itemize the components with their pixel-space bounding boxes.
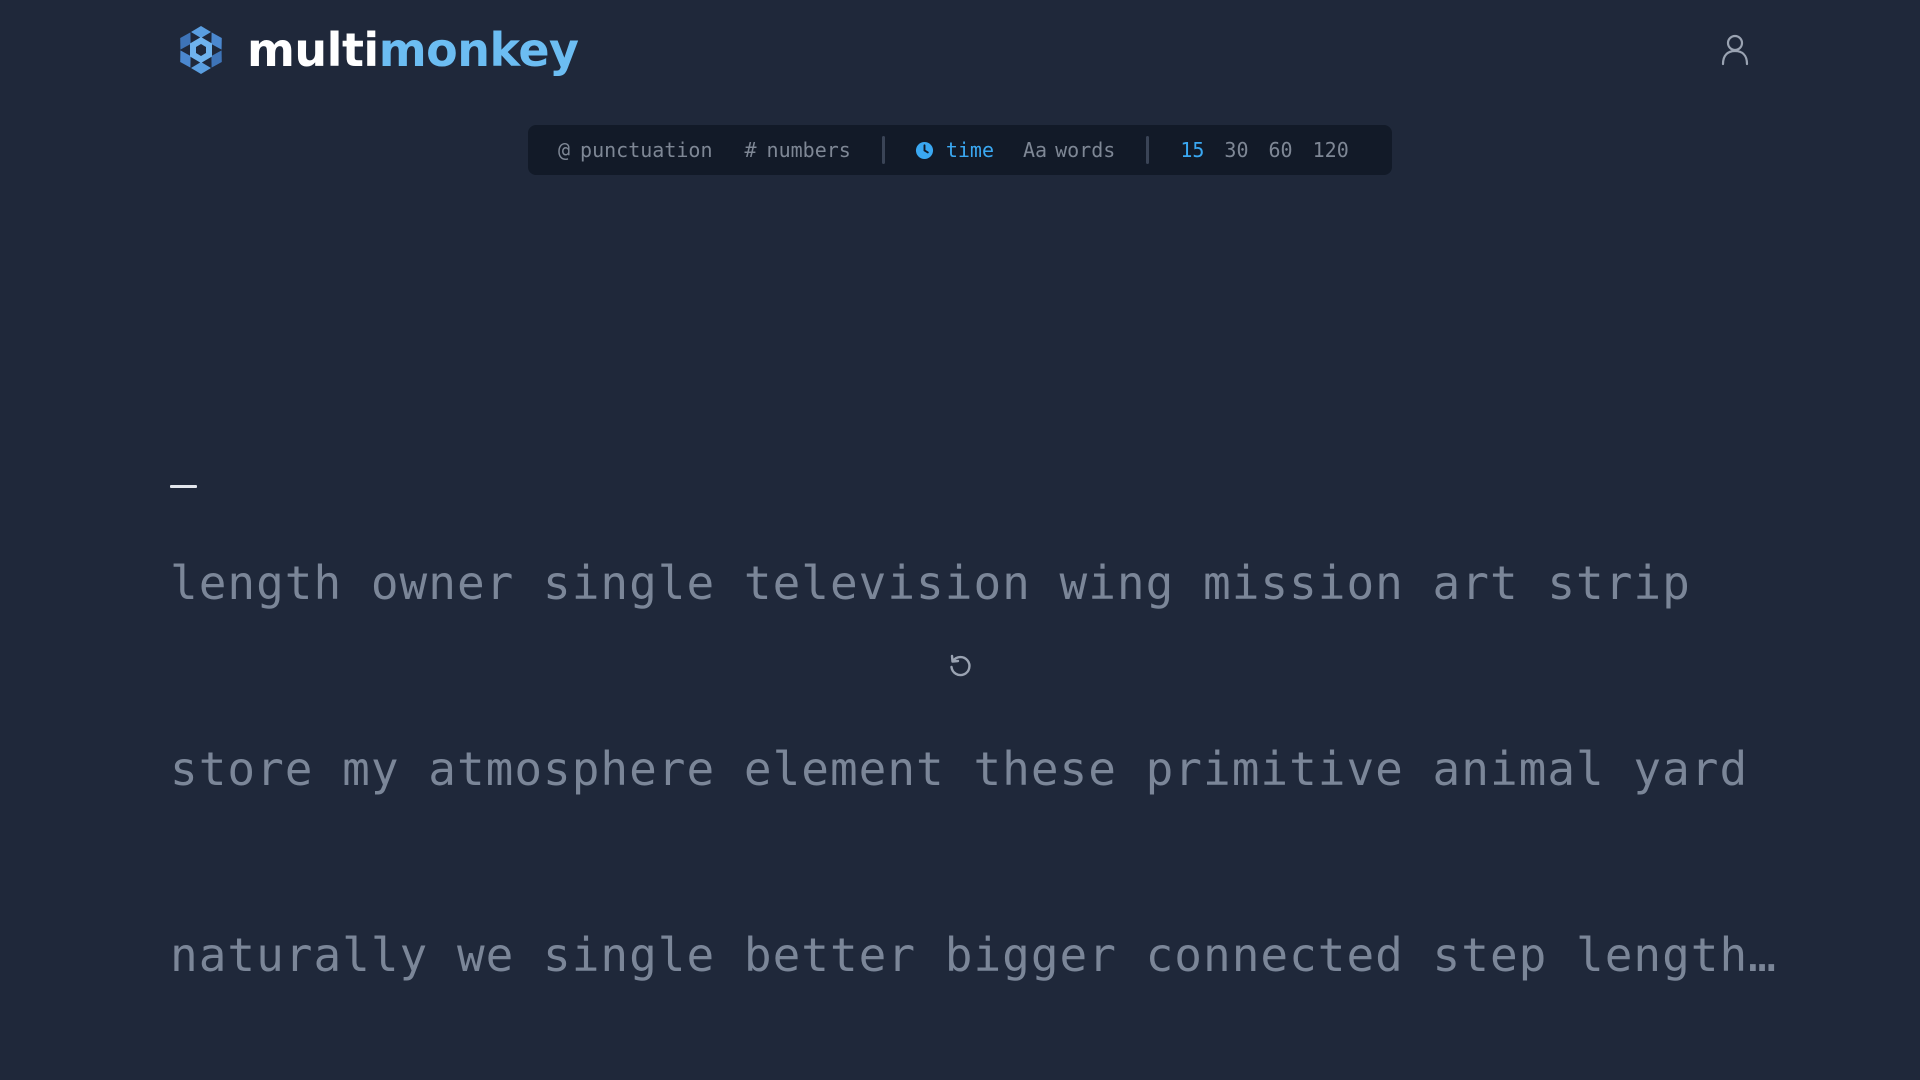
text-size-icon: Aa — [1023, 138, 1048, 162]
clock-icon — [915, 141, 933, 159]
app-root: multimonkey @ punctuation # numbers time… — [0, 0, 1920, 1080]
word-line: store my atmosphere element these primit… — [170, 742, 1749, 796]
duration-15[interactable]: 15 — [1180, 138, 1204, 162]
config-divider — [1146, 136, 1150, 164]
brand-part-monkey: monkey — [378, 23, 579, 77]
toggle-numbers[interactable]: # numbers — [745, 138, 851, 162]
typing-words-area[interactable]: length owner single television wing miss… — [170, 428, 1777, 1080]
mode-words[interactable]: Aa words — [1023, 138, 1115, 162]
restart-icon — [950, 654, 971, 677]
duration-60[interactable]: 60 — [1269, 138, 1293, 162]
hash-icon: # — [744, 138, 757, 162]
time-label: time — [945, 138, 995, 162]
punctuation-label: punctuation — [580, 138, 713, 162]
restart-button[interactable] — [946, 652, 974, 680]
word-line: length owner single television wing miss… — [170, 556, 1691, 610]
brand-part-multi: multi — [247, 23, 379, 77]
duration-120[interactable]: 120 — [1313, 138, 1349, 162]
account-button[interactable] — [1717, 32, 1753, 68]
duration-30[interactable]: 30 — [1224, 138, 1248, 162]
test-config-bar: @ punctuation # numbers time Aa words 15… — [528, 125, 1392, 175]
mode-time[interactable]: time — [915, 138, 994, 162]
at-sign-icon: @ — [558, 138, 571, 162]
word-line: naturally we single better bigger connec… — [170, 928, 1777, 982]
words-label: words — [1055, 138, 1116, 162]
numbers-label: numbers — [766, 138, 851, 162]
hexagon-logo-icon — [180, 26, 222, 74]
typing-caret — [170, 485, 197, 488]
toggle-punctuation[interactable]: @ punctuation — [558, 138, 713, 162]
config-divider — [881, 136, 885, 164]
brand-name: multimonkey — [247, 27, 579, 73]
user-icon — [1721, 34, 1749, 66]
header-logo[interactable]: multimonkey — [175, 22, 579, 78]
